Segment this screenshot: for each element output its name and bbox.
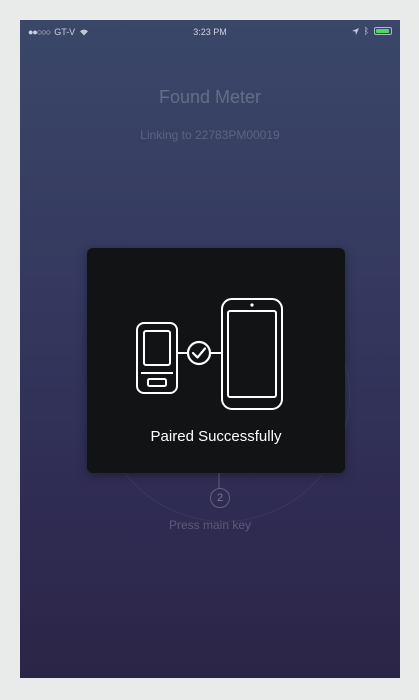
step-instruction: Press main key — [168, 518, 252, 532]
step-number: 2 — [210, 488, 230, 508]
bluetooth-icon: ᛒ — [363, 26, 369, 36]
checkmark-circle-icon — [186, 340, 212, 366]
phone-screen: ●●○○○ GT-V 3:23 PM ᛒ Found Meter Linking… — [20, 20, 400, 678]
status-time: 3:23 PM — [193, 27, 227, 37]
location-arrow-icon — [351, 27, 359, 35]
phone-icon — [221, 298, 283, 410]
success-message: Paired Successfully — [150, 428, 282, 445]
meter-device-icon — [136, 322, 178, 394]
paired-success-dialog: Paired Successfully — [87, 248, 345, 473]
page-subtitle: Linking to 22783PM00019 — [140, 128, 280, 142]
pairing-illustration — [136, 298, 283, 410]
page-title: Found Meter — [158, 87, 262, 107]
status-bar: ●●○○○ GT-V 3:23 PM ᛒ — [20, 20, 400, 44]
status-right: ᛒ — [351, 26, 392, 36]
battery-icon — [374, 27, 392, 35]
